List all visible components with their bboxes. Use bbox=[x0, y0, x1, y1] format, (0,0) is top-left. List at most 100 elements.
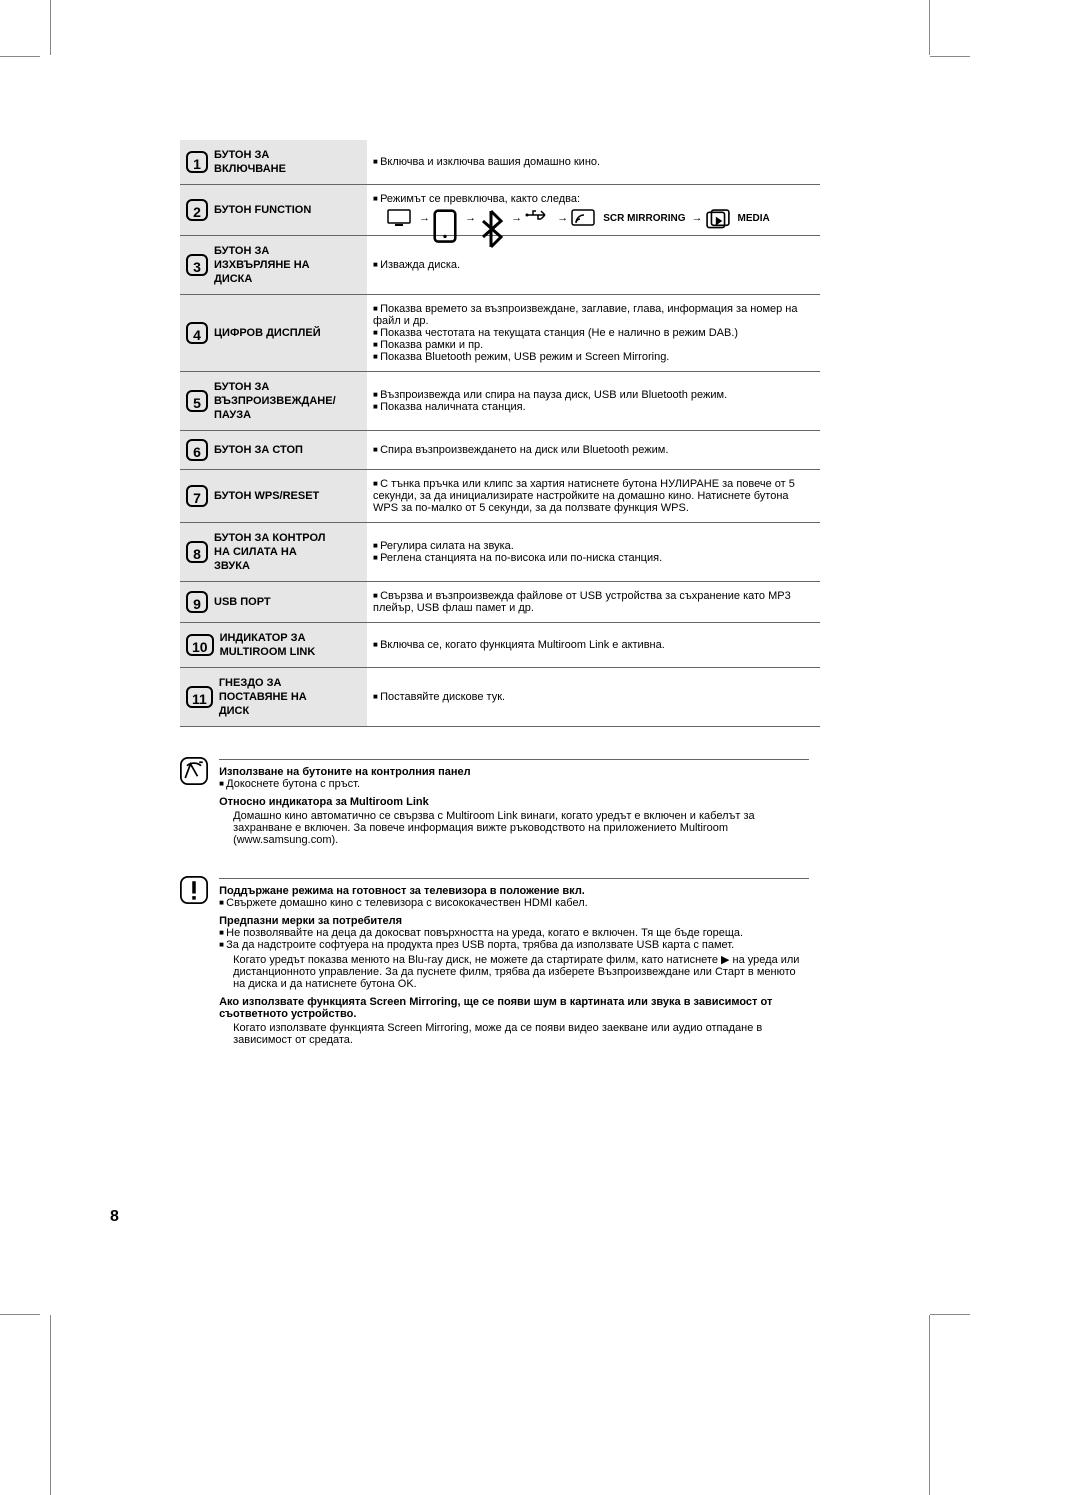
note-heading-1: Използване на бутоните на контролния пан… bbox=[219, 766, 809, 778]
key-number: 8 bbox=[186, 541, 208, 563]
key-cell: 2БУТОН FUNCTION bbox=[180, 185, 367, 236]
desc-item: Включва се, когато функцията Multiroom L… bbox=[373, 639, 814, 651]
desc-item: Показва времето за възпроизвеждане, загл… bbox=[373, 303, 814, 327]
key-number: 9 bbox=[186, 591, 208, 613]
crop-mark bbox=[930, 56, 970, 57]
table-row: 11 ГНЕЗДО ЗА ПОСТАВЯНЕ НА ДИСК Поставяйте … bbox=[180, 668, 820, 727]
key-label: БУТОН FUNCTION bbox=[214, 203, 311, 217]
crop-mark bbox=[929, 0, 930, 55]
caution-text-3: Когато уредът показва менюто на Blu-ray … bbox=[233, 953, 809, 990]
key-cell: 4ЦИФРОВ ДИСПЛЕЙ bbox=[180, 295, 367, 372]
desc-cell: С тънка пръчка или клипс за хартия натис… bbox=[367, 470, 820, 523]
caution-bullet-2b: За да надстроите софтуера на продукта пр… bbox=[219, 939, 809, 951]
key-label: ГНЕЗДО ЗА ПОСТАВЯНЕ НА ДИСК bbox=[219, 676, 334, 718]
caution-icon bbox=[180, 876, 208, 904]
key-label: БУТОН ЗА ИЗХВЪРЛЯНЕ НА ДИСКА bbox=[214, 244, 329, 286]
key-label: БУТОН ЗА КОНТРОЛ НА СИЛАТА НА ЗВУКА bbox=[214, 531, 329, 573]
key-label: БУТОН ЗА ВЪЗПРОИЗВЕЖДАНЕ/ПАУЗА bbox=[214, 380, 329, 422]
controls-table: 1 БУТОН ЗА ВКЛЮЧВАНЕ Включва и изключва ва… bbox=[180, 140, 820, 727]
caution-bullet-2a: Не позволявайте на деца да докосват повъ… bbox=[219, 927, 809, 939]
caution-block: Поддържане режима на готовност за телеви… bbox=[180, 876, 820, 1046]
mode-label: MEDIA bbox=[738, 213, 770, 224]
page-number: 8 bbox=[110, 1208, 119, 1226]
desc-item: Свързва и възпроизвежда файлове от USB у… bbox=[373, 590, 814, 614]
note-text-2: Домашно кино автоматично се свързва с Mu… bbox=[233, 810, 809, 846]
desc-item: Поставяйте дискове тук. bbox=[373, 691, 814, 703]
key-label: БУТОН ЗА ВКЛЮЧВАНЕ bbox=[214, 148, 329, 176]
crop-mark bbox=[0, 56, 40, 57]
desc-item: Възпроизвежда или спира на пауза диск, U… bbox=[373, 389, 814, 401]
key-number: 3 bbox=[186, 254, 208, 276]
key-label: USB ПОРТ bbox=[214, 595, 271, 609]
key-number: 7 bbox=[186, 485, 208, 507]
desc-item: Показва Bluetooth режим, USB режим и Scr… bbox=[373, 351, 814, 363]
crop-mark bbox=[0, 1314, 40, 1315]
key-cell: 10 ИНДИКАТОР ЗА MULTIROOM LINK bbox=[180, 623, 367, 668]
table-row: 7 БУТОН WPS/RESET С тънка пръчка или клипс… bbox=[180, 470, 820, 523]
key-number: 11 bbox=[186, 686, 213, 708]
note-block: Използване на бутоните на контролния пан… bbox=[180, 757, 820, 846]
key-number: 6 bbox=[186, 439, 208, 461]
table-row: 1 БУТОН ЗА ВКЛЮЧВАНЕ Включва и изключва ва… bbox=[180, 140, 820, 185]
phone-icon bbox=[433, 209, 457, 227]
desc-item: Спира възпроизвеждането на диск или Blue… bbox=[373, 444, 814, 456]
content-area: 1 БУТОН ЗА ВКЛЮЧВАНЕ Включва и изключва ва… bbox=[180, 140, 820, 1046]
caution-bullet-1: Свържете домашно кино с телевизора с вис… bbox=[219, 897, 809, 909]
tv-icon bbox=[387, 209, 411, 227]
key-number: 1 bbox=[186, 151, 208, 173]
key-cell: 1 БУТОН ЗА ВКЛЮЧВАНЕ bbox=[180, 140, 367, 185]
desc-cell: Регулира силата на звука.Реглена станция… bbox=[367, 523, 820, 582]
desc-item: Показва честотата на текущата станция (Н… bbox=[373, 327, 814, 339]
desc-cell: Възпроизвежда или спира на пауза диск, U… bbox=[367, 372, 820, 431]
key-label: БУТОН ЗА СТОП bbox=[214, 443, 303, 457]
desc-item: Изважда диска. bbox=[373, 259, 814, 271]
key-number: 10 bbox=[186, 634, 214, 656]
table-row: 10 ИНДИКАТОР ЗА MULTIROOM LINK Включва се,… bbox=[180, 623, 820, 668]
desc-cell: Изважда диска. bbox=[367, 236, 820, 295]
note-heading-2: Относно индикатора за Multiroom Link bbox=[219, 796, 809, 808]
key-cell: 5 БУТОН ЗА ВЪЗПРОИЗВЕЖДАНЕ/ПАУЗА bbox=[180, 372, 367, 431]
key-label: ИНДИКАТОР ЗА MULTIROOM LINK bbox=[220, 631, 335, 659]
key-cell: 7 БУТОН WPS/RESET bbox=[180, 470, 367, 523]
desc-cell: Включва се, когато функцията Multiroom L… bbox=[367, 623, 820, 668]
desc-item: Режимът се превключва, както следва: bbox=[373, 193, 814, 205]
mode-icon-row: → → → → SCR MIRRORING→ MEDIA bbox=[387, 209, 814, 227]
table-row: 5 БУТОН ЗА ВЪЗПРОИЗВЕЖДАНЕ/ПАУЗА Възпроизв… bbox=[180, 372, 820, 431]
desc-item: Регулира силата на звука. bbox=[373, 540, 814, 552]
key-cell: 8 БУТОН ЗА КОНТРОЛ НА СИЛАТА НА ЗВУКА bbox=[180, 523, 367, 582]
crop-mark bbox=[50, 0, 51, 55]
caution-text-4: Когато използвате функцията Screen Mirro… bbox=[233, 1022, 809, 1046]
key-cell: 6 БУТОН ЗА СТОП bbox=[180, 431, 367, 470]
note-icon bbox=[180, 757, 208, 785]
usb-icon bbox=[525, 209, 549, 227]
crop-mark bbox=[929, 1315, 930, 1495]
table-row: 2БУТОН FUNCTIONРежимът се превключва, ка… bbox=[180, 185, 820, 236]
desc-item: Показва наличната станция. bbox=[373, 401, 814, 413]
key-label: БУТОН WPS/RESET bbox=[214, 489, 319, 503]
crop-mark bbox=[930, 1314, 970, 1315]
caution-heading-1: Поддържане режима на готовност за телеви… bbox=[219, 885, 809, 897]
desc-cell: Поставяйте дискове тук. bbox=[367, 668, 820, 727]
crop-mark bbox=[50, 1315, 51, 1495]
desc-cell: Свързва и възпроизвежда файлове от USB у… bbox=[367, 582, 820, 623]
table-row: 4ЦИФРОВ ДИСПЛЕЙПоказва времето за възпро… bbox=[180, 295, 820, 372]
caution-heading-2: Предпазни мерки за потребителя bbox=[219, 915, 809, 927]
desc-item: Включва и изключва вашия домашно кино. bbox=[373, 156, 814, 168]
key-number: 5 bbox=[186, 390, 208, 412]
table-row: 6 БУТОН ЗА СТОП Спира възпроизвеждането на… bbox=[180, 431, 820, 470]
media-icon bbox=[706, 209, 730, 227]
desc-cell: Режимът се превключва, както следва: → → … bbox=[367, 185, 820, 236]
mode-label: SCR MIRRORING bbox=[603, 213, 685, 224]
key-cell: 11 ГНЕЗДО ЗА ПОСТАВЯНЕ НА ДИСК bbox=[180, 668, 367, 727]
key-cell: 3 БУТОН ЗА ИЗХВЪРЛЯНЕ НА ДИСКА bbox=[180, 236, 367, 295]
desc-item: С тънка пръчка или клипс за хартия натис… bbox=[373, 478, 814, 514]
table-row: 9 USB ПОРТ Свързва и възпроизвежда файлове… bbox=[180, 582, 820, 623]
note-bullet-1: Докоснете бутона с пръст. bbox=[219, 778, 809, 790]
desc-cell: Показва времето за възпроизвеждане, загл… bbox=[367, 295, 820, 372]
table-row: 8 БУТОН ЗА КОНТРОЛ НА СИЛАТА НА ЗВУКА Регу… bbox=[180, 523, 820, 582]
caution-heading-3: Ако използвате функцията Screen Mirrorin… bbox=[219, 996, 809, 1020]
screen-mirroring-icon bbox=[571, 209, 595, 227]
page: 1 БУТОН ЗА ВКЛЮЧВАНЕ Включва и изключва ва… bbox=[0, 0, 1080, 1495]
key-cell: 9 USB ПОРТ bbox=[180, 582, 367, 623]
key-label: ЦИФРОВ ДИСПЛЕЙ bbox=[214, 326, 321, 340]
